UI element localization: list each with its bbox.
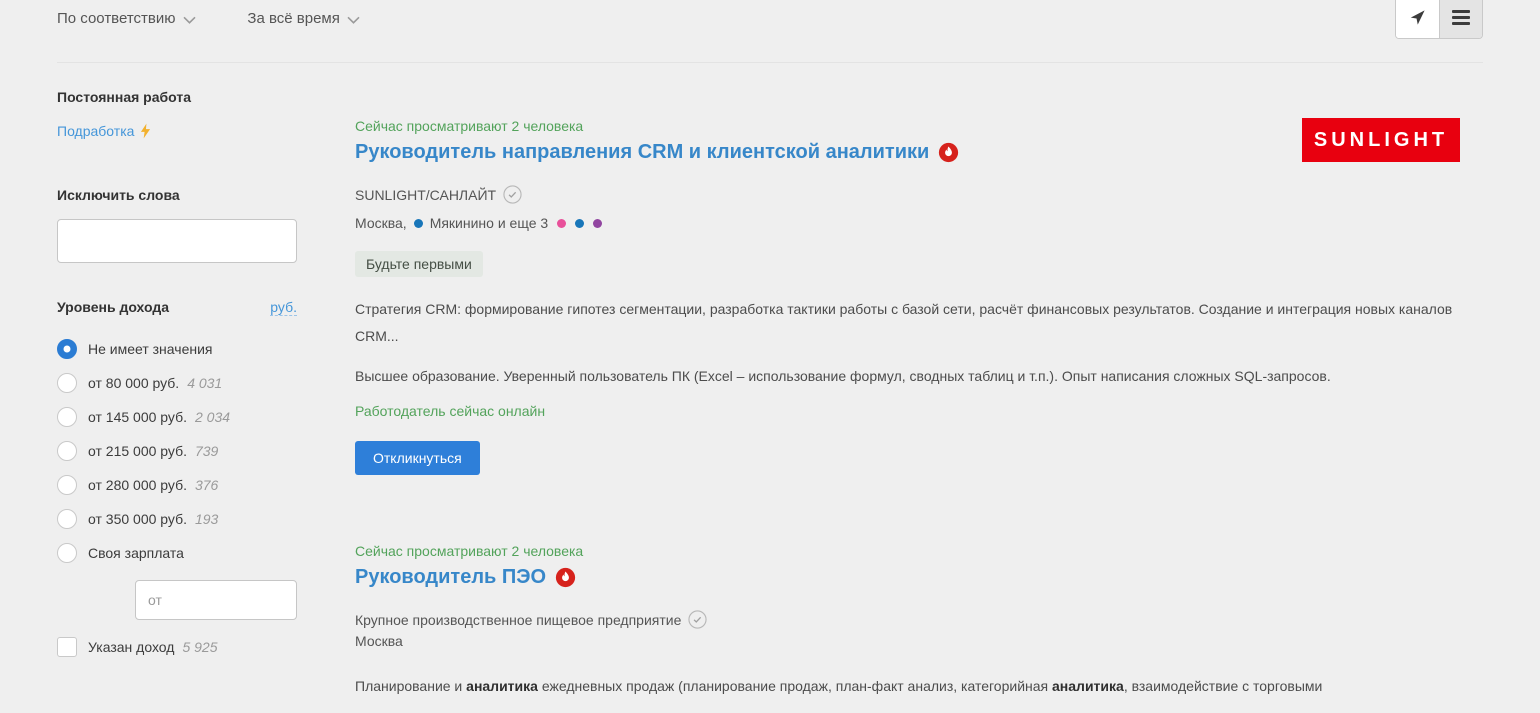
radio-icon[interactable] [57, 475, 77, 495]
income-option-215000[interactable]: от 215 000 руб. 739 [57, 440, 297, 461]
employer-online-status: Работодатель сейчас онлайн [355, 403, 1460, 419]
option-count: 376 [195, 477, 218, 493]
radio-icon[interactable] [57, 407, 77, 427]
custom-salary-from-input[interactable] [135, 580, 297, 620]
view-toggle [1395, 0, 1483, 39]
map-view-button[interactable] [1396, 0, 1439, 38]
metro-station: Мякинино и еще 3 [430, 215, 548, 231]
radio-icon[interactable] [57, 441, 77, 461]
filters-sidebar: Постоянная работа Подработка Исключить с… [57, 63, 297, 713]
period-dropdown[interactable]: За всё время [247, 10, 359, 27]
filter-parttime-work[interactable]: Подработка [57, 123, 297, 139]
metro-line-dot-icon [575, 219, 584, 228]
company-name-link[interactable]: SUNLIGHT/САНЛАЙТ [355, 187, 496, 203]
company-name-link[interactable]: Крупное производственное пищевое предпри… [355, 612, 681, 628]
income-level-label: Уровень дохода [57, 299, 169, 315]
vacancy-description: Планирование и аналитика ежедневных прод… [355, 673, 1460, 700]
list-view-button[interactable] [1439, 0, 1482, 38]
parttime-link: Подработка [57, 123, 134, 139]
vacancy-list: SUNLIGHT Сейчас просматривают 2 человека… [355, 63, 1460, 713]
option-count: 193 [195, 511, 218, 527]
vacancy-location: Москва, [355, 215, 407, 231]
income-option-280000[interactable]: от 280 000 руб. 376 [57, 474, 297, 495]
option-count: 739 [195, 443, 218, 459]
be-first-badge: Будьте первыми [355, 251, 483, 277]
apply-button[interactable]: Откликнуться [355, 441, 480, 475]
option-count: 2 034 [195, 409, 230, 425]
income-option-145000[interactable]: от 145 000 руб. 2 034 [57, 406, 297, 427]
sort-dropdown-label: По соответствию [57, 10, 176, 27]
radio-icon[interactable] [57, 339, 77, 359]
lightning-icon [140, 123, 151, 139]
currency-link[interactable]: руб. [270, 299, 297, 316]
viewers-count: Сейчас просматривают 2 человека [355, 543, 1460, 559]
sort-dropdown[interactable]: По соответствию [57, 10, 196, 27]
search-term-highlight: аналитика [1052, 678, 1124, 694]
viewers-count: Сейчас просматривают 2 человека [355, 118, 1460, 134]
chevron-down-icon [347, 16, 360, 24]
company-logo-sunlight[interactable]: SUNLIGHT [1302, 118, 1460, 162]
vacancy-card: SUNLIGHT Сейчас просматривают 2 человека… [355, 118, 1460, 475]
vacancy-location: Москва [355, 633, 403, 649]
hot-vacancy-icon [938, 142, 959, 163]
verified-company-icon [688, 610, 707, 629]
option-count: 4 031 [187, 375, 222, 391]
radio-icon[interactable] [57, 509, 77, 529]
metro-line-dot-icon [414, 219, 423, 228]
vacancy-title-link[interactable]: Руководитель ПЭО [355, 566, 546, 589]
search-term-highlight: аналитика [466, 678, 538, 694]
vacancy-description: Стратегия CRM: формирование гипотез сегм… [355, 296, 1460, 350]
list-icon [1452, 7, 1470, 28]
navigation-arrow-icon [1408, 8, 1427, 27]
chevron-down-icon [183, 16, 196, 24]
option-count: 5 925 [182, 639, 217, 655]
salary-specified-option[interactable]: Указан доход 5 925 [57, 636, 297, 657]
income-option-350000[interactable]: от 350 000 руб. 193 [57, 508, 297, 529]
period-dropdown-label: За всё время [247, 10, 339, 27]
metro-line-dot-icon [593, 219, 602, 228]
vacancy-title-link[interactable]: Руководитель направления CRM и клиентско… [355, 141, 929, 164]
exclude-words-input[interactable] [57, 219, 297, 263]
income-option-any[interactable]: Не имеет значения [57, 338, 297, 359]
exclude-words-label: Исключить слова [57, 187, 297, 203]
topbar: По соответствию За всё время [0, 0, 1540, 62]
income-option-custom[interactable]: Своя зарплата [57, 542, 297, 563]
hot-vacancy-icon [555, 567, 576, 588]
vacancy-requirements: Высшее образование. Уверенный пользовате… [355, 363, 1460, 390]
filter-permanent-work[interactable]: Постоянная работа [57, 89, 297, 105]
income-option-80000[interactable]: от 80 000 руб. 4 031 [57, 372, 297, 393]
checkbox-icon[interactable] [57, 637, 77, 657]
vacancy-card: Сейчас просматривают 2 человека Руководи… [355, 543, 1460, 700]
verified-company-icon [503, 185, 522, 204]
metro-line-dot-icon [557, 219, 566, 228]
radio-icon[interactable] [57, 373, 77, 393]
radio-icon[interactable] [57, 543, 77, 563]
